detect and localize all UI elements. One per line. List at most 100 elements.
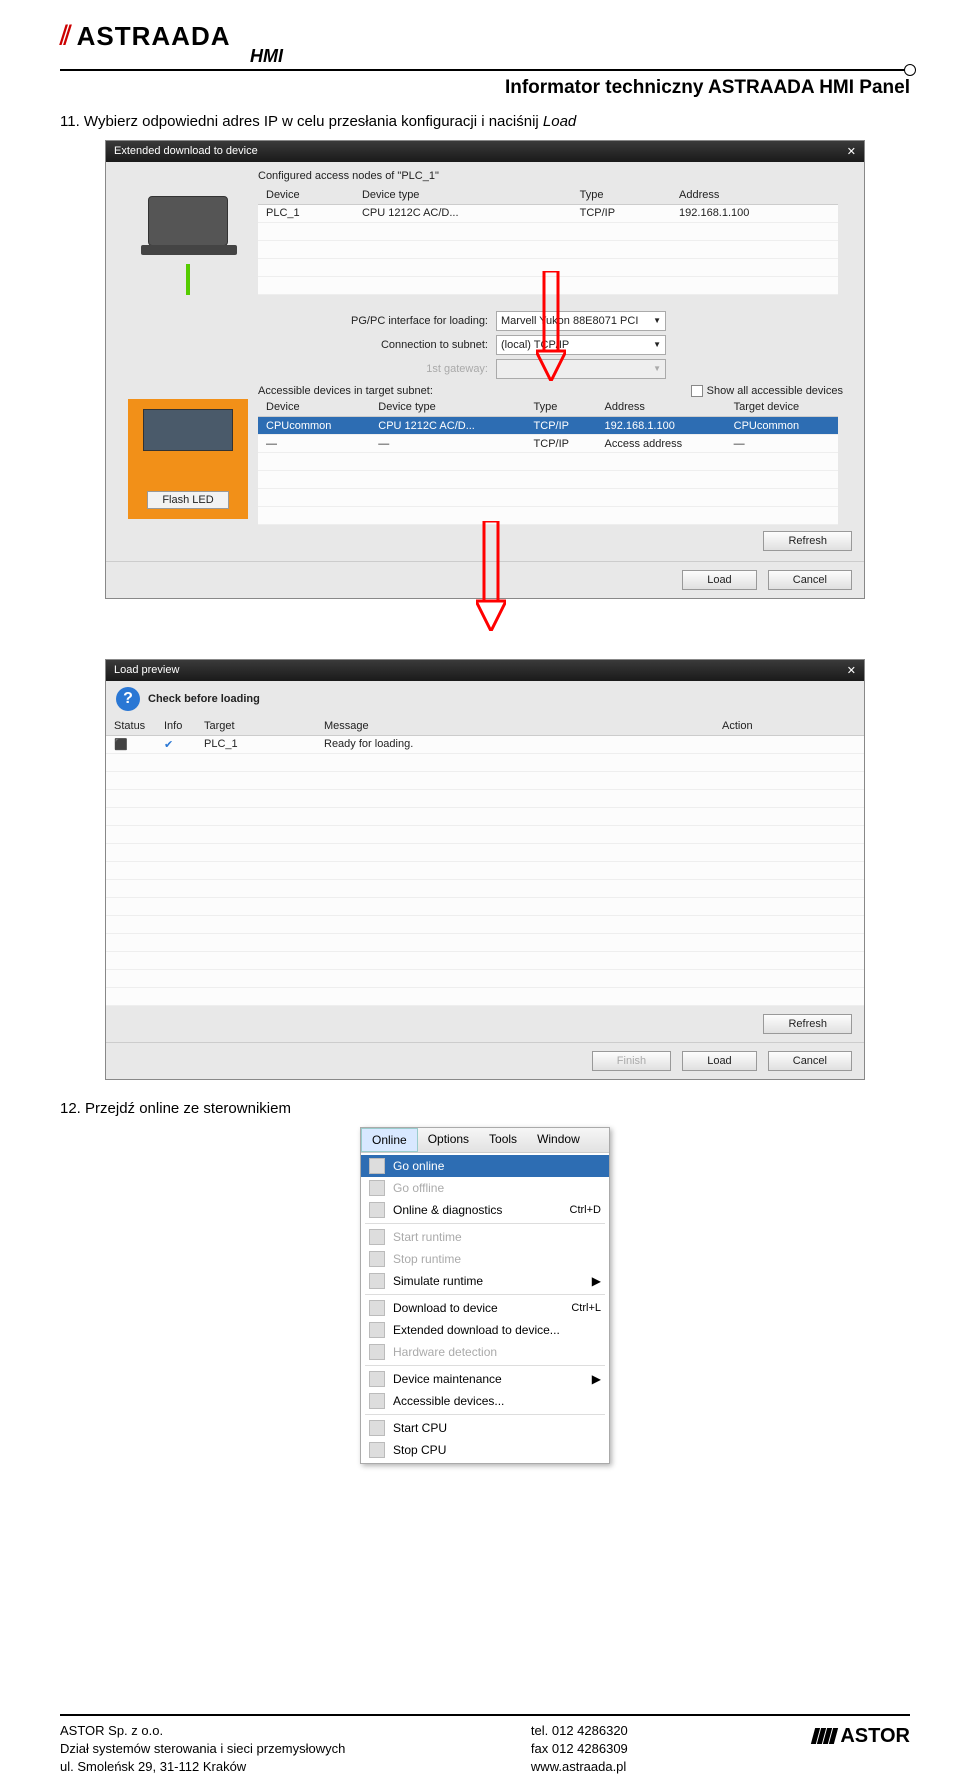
menubar: Online Options Tools Window [361, 1128, 609, 1153]
chevron-down-icon: ▼ [653, 316, 661, 325]
footer-fax: fax 012 4286309 [531, 1740, 628, 1758]
brand-subtitle: HMI [250, 46, 910, 67]
menu-online[interactable]: Online [361, 1128, 418, 1152]
menu-item-label: Online & diagnostics [393, 1203, 502, 1217]
check-before-loading-label: Check before loading [148, 693, 260, 705]
menu-icon [369, 1442, 385, 1458]
chevron-down-icon: ▼ [653, 364, 661, 373]
configured-nodes-label: Configured access nodes of "PLC_1" [258, 170, 852, 182]
menu-item: Start runtime [361, 1226, 609, 1248]
menu-item-label: Go online [393, 1159, 444, 1173]
astor-bars-icon [813, 1728, 836, 1744]
menu-item-label: Stop CPU [393, 1443, 446, 1457]
dialog-titlebar: Extended download to device ✕ [106, 141, 864, 162]
info-ok-icon: ✔ [164, 739, 173, 751]
menu-icon [369, 1251, 385, 1267]
document-title: Informator techniczny ASTRAADA HMI Panel [60, 77, 910, 99]
menu-icon [369, 1180, 385, 1196]
question-icon: ? [116, 687, 140, 711]
menu-item-label: Accessible devices... [393, 1394, 504, 1408]
status-ok-icon: ⬛ [114, 739, 128, 751]
table-row[interactable]: — — TCP/IP Access address — [258, 435, 838, 453]
red-arrow-icon [536, 271, 566, 381]
menu-icon [369, 1158, 385, 1174]
menu-item-label: Extended download to device... [393, 1323, 560, 1337]
show-all-checkbox[interactable]: Show all accessible devices [691, 385, 843, 397]
menu-icon [369, 1202, 385, 1218]
red-arrow-icon [476, 521, 506, 631]
flash-led-button[interactable]: Flash LED [147, 491, 228, 509]
menu-icon [369, 1229, 385, 1245]
menu-icon [369, 1393, 385, 1409]
plc-device-icon: Flash LED [128, 399, 248, 519]
dialog-title: Extended download to device [114, 145, 258, 158]
menu-window[interactable]: Window [527, 1128, 590, 1152]
menu-tools[interactable]: Tools [479, 1128, 527, 1152]
accessible-devices-table: Device Device type Type Address Target d… [258, 399, 838, 526]
table-row[interactable]: PLC_1 CPU 1212C AC/D... TCP/IP 192.168.1… [258, 204, 838, 222]
step-12: 12. Przejdź online ze sterownikiem [60, 1100, 910, 1117]
interface-label: PG/PC interface for loading: [318, 315, 488, 327]
cancel-button[interactable]: Cancel [768, 570, 852, 590]
close-icon[interactable]: ✕ [847, 145, 856, 158]
load-preview-table: Status Info Target Message Action ⬛ ✔ PL… [106, 717, 864, 1006]
connection-line-icon [186, 264, 190, 295]
cancel-button[interactable]: Cancel [768, 1051, 852, 1071]
extended-download-dialog: Extended download to device ✕ Configured… [105, 140, 865, 599]
submenu-arrow-icon: ▶ [592, 1372, 601, 1386]
menu-item-label: Device maintenance [393, 1372, 502, 1386]
menu-options[interactable]: Options [418, 1128, 479, 1152]
menu-item-label: Stop runtime [393, 1252, 461, 1266]
menu-item[interactable]: Download to deviceCtrl+L [361, 1297, 609, 1319]
menu-shortcut: Ctrl+L [571, 1302, 601, 1314]
menu-item: Go offline [361, 1177, 609, 1199]
page-footer: ASTOR Sp. z o.o. Dział systemów sterowan… [60, 1714, 910, 1777]
gateway-label: 1st gateway: [318, 363, 488, 375]
close-icon[interactable]: ✕ [847, 664, 856, 677]
subnet-dropdown[interactable]: (local) TCP/IP▼ [496, 335, 666, 355]
astor-logo: ASTOR [813, 1722, 910, 1750]
laptop-icon [148, 196, 228, 246]
table-row[interactable]: CPUcommon CPU 1212C AC/D... TCP/IP 192.1… [258, 417, 838, 435]
menu-item[interactable]: Simulate runtime ▶ [361, 1270, 609, 1292]
menu-item[interactable]: Extended download to device... [361, 1319, 609, 1341]
submenu-arrow-icon: ▶ [592, 1274, 601, 1288]
subnet-label: Connection to subnet: [318, 339, 488, 351]
load-button[interactable]: Load [682, 1051, 756, 1071]
load-button[interactable]: Load [682, 570, 756, 590]
footer-web: www.astraada.pl [531, 1758, 628, 1776]
menu-item[interactable]: Go online [361, 1155, 609, 1177]
menu-item[interactable]: Start CPU [361, 1417, 609, 1439]
menu-item[interactable]: Accessible devices... [361, 1390, 609, 1412]
menu-shortcut: Ctrl+D [570, 1204, 601, 1216]
menu-item-label: Simulate runtime [393, 1274, 483, 1288]
gateway-dropdown: ▼ [496, 359, 666, 379]
dialog-titlebar: Load preview ✕ [106, 660, 864, 681]
menu-item-label: Hardware detection [393, 1345, 497, 1359]
interface-dropdown[interactable]: Marvell Yukon 88E8071 PCI▼ [496, 311, 666, 331]
page-header: ⫽ ASTRAADA HMI [60, 20, 910, 71]
chevron-down-icon: ▼ [653, 340, 661, 349]
load-preview-dialog: Load preview ✕ ? Check before loading St… [105, 659, 865, 1080]
menu-item-label: Start runtime [393, 1230, 462, 1244]
footer-company: ASTOR Sp. z o.o. [60, 1722, 345, 1740]
accessible-devices-label: Accessible devices in target subnet: [258, 385, 433, 397]
menu-item[interactable]: Device maintenance ▶ [361, 1368, 609, 1390]
menu-item: Stop runtime [361, 1248, 609, 1270]
finish-button: Finish [592, 1051, 671, 1071]
logo-slash-icon: ⫽ [60, 20, 73, 52]
menu-icon [369, 1420, 385, 1436]
menu-item[interactable]: Online & diagnostics Ctrl+D [361, 1199, 609, 1221]
step-11: 11. Wybierz odpowiedni adres IP w celu p… [60, 113, 910, 130]
dialog-title: Load preview [114, 664, 179, 677]
online-menu: Online Options Tools Window Go online Go … [360, 1127, 610, 1464]
menu-icon [369, 1344, 385, 1360]
refresh-button[interactable]: Refresh [763, 1014, 852, 1034]
table-row[interactable]: ⬛ ✔ PLC_1 Ready for loading. [106, 735, 864, 753]
menu-item[interactable]: Stop CPU [361, 1439, 609, 1461]
refresh-button[interactable]: Refresh [763, 531, 852, 551]
footer-addr: ul. Smoleńsk 29, 31-112 Kraków [60, 1758, 345, 1776]
menu-icon [369, 1273, 385, 1289]
menu-icon [369, 1300, 385, 1316]
menu-icon [369, 1322, 385, 1338]
